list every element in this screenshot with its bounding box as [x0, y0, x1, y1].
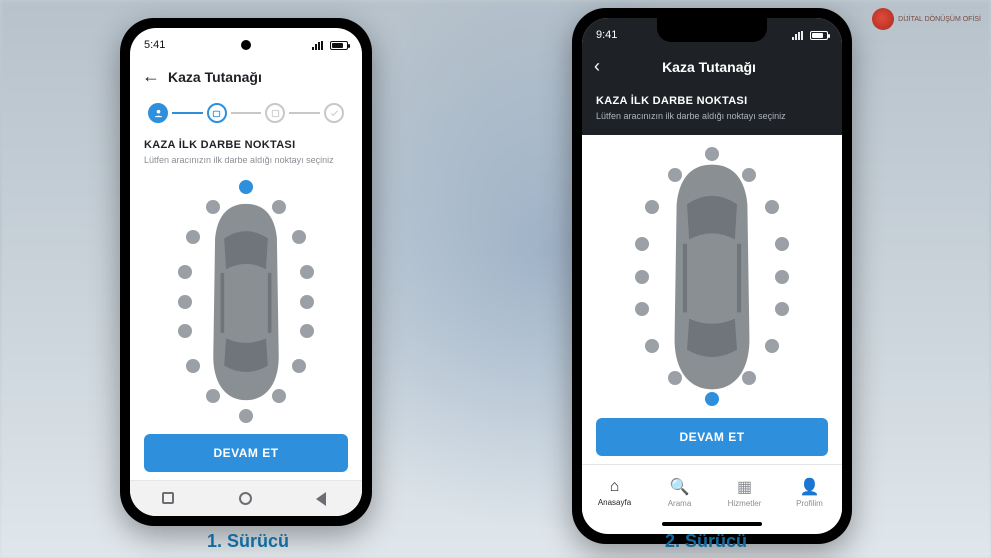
impact-point-front-left-2[interactable]	[645, 200, 659, 214]
tab-icon: 👤	[777, 477, 842, 497]
step-connector	[289, 112, 320, 114]
section-title: KAZA İLK DARBE NOKTASI	[144, 139, 348, 151]
tab-bar: ⌂ Anasayfa 🔍 Arama ▦ Hizmetler 👤 Profilim	[582, 464, 842, 520]
android-nav-bar	[130, 480, 362, 516]
impact-point-right-1[interactable]	[300, 265, 314, 279]
impact-point-right-1[interactable]	[775, 237, 789, 251]
title-bar: ← Kaza Tutanağı	[130, 62, 362, 95]
continue-button[interactable]: DEVAM ET	[596, 418, 828, 456]
home-button[interactable]	[239, 492, 253, 506]
title-bar: ‹ Kaza Tutanağı	[582, 52, 842, 85]
impact-point-front-right-1[interactable]	[272, 200, 286, 214]
impact-point-left-3[interactable]	[178, 324, 192, 338]
impact-point-rear-left-1[interactable]	[668, 371, 682, 385]
impact-point-left-3[interactable]	[635, 302, 649, 316]
impact-point-front-right-2[interactable]	[292, 230, 306, 244]
impact-point-right-2[interactable]	[300, 295, 314, 309]
page-title: Kaza Tutanağı	[168, 69, 350, 85]
tab-anasayfa[interactable]: ⌂ Anasayfa	[582, 478, 647, 507]
impact-point-front-right-2[interactable]	[765, 200, 779, 214]
back-button[interactable]	[316, 492, 330, 506]
step-4[interactable]	[324, 103, 344, 123]
impact-point-rear-right-2[interactable]	[292, 359, 306, 373]
camera-punch-hole	[241, 40, 251, 50]
impact-point-rear-right-1[interactable]	[272, 389, 286, 403]
car-icon	[200, 202, 292, 402]
caption-driver-1: 1. Sürücü	[108, 531, 388, 552]
impact-selector	[596, 143, 828, 410]
step-1[interactable]	[148, 103, 168, 123]
tab-arama[interactable]: 🔍 Arama	[647, 477, 712, 508]
section-title: KAZA İLK DARBE NOKTASI	[596, 95, 828, 107]
impact-point-front-left-2[interactable]	[186, 230, 200, 244]
tab-icon: 🔍	[647, 477, 712, 497]
tab-icon: ▦	[712, 477, 777, 497]
tab-label: Hizmetler	[728, 499, 762, 508]
car-icon	[660, 162, 764, 392]
status-time: 5:41	[144, 39, 165, 51]
impact-point-rear-right-2[interactable]	[765, 339, 779, 353]
impact-point-rear-right-1[interactable]	[742, 371, 756, 385]
impact-point-rear-center[interactable]	[705, 392, 719, 406]
impact-point-right-3[interactable]	[775, 302, 789, 316]
tab-label: Anasayfa	[598, 498, 631, 507]
progress-stepper	[130, 95, 362, 129]
battery-icon	[330, 41, 348, 50]
impact-point-left-1[interactable]	[178, 265, 192, 279]
step-connector	[172, 112, 203, 114]
section-subtitle: Lütfen aracınızın ilk darbe aldığı nokta…	[144, 155, 348, 165]
signal-icon	[312, 41, 326, 50]
phone-ios: 9:41 ‹ Kaza Tutanağı KAZA İLK DARBE NOKT…	[572, 8, 852, 544]
impact-point-rear-center[interactable]	[239, 409, 253, 423]
signal-icon	[792, 31, 806, 40]
battery-icon	[810, 31, 828, 40]
step-connector	[231, 112, 262, 114]
impact-point-front-left-1[interactable]	[668, 168, 682, 182]
step-2[interactable]	[207, 103, 227, 123]
continue-button[interactable]: DEVAM ET	[144, 434, 348, 472]
impact-point-right-3[interactable]	[300, 324, 314, 338]
tab-hizmetler[interactable]: ▦ Hizmetler	[712, 477, 777, 508]
tab-label: Arama	[668, 499, 692, 508]
status-time: 9:41	[596, 29, 617, 41]
notch	[657, 18, 767, 42]
tab-profilim[interactable]: 👤 Profilim	[777, 477, 842, 508]
impact-point-front-center[interactable]	[705, 147, 719, 161]
step-3[interactable]	[265, 103, 285, 123]
tab-icon: ⌂	[582, 478, 647, 496]
impact-point-left-2[interactable]	[635, 270, 649, 284]
impact-point-rear-left-2[interactable]	[186, 359, 200, 373]
page-title: Kaza Tutanağı	[608, 59, 810, 75]
section-subtitle: Lütfen aracınızın ilk darbe aldığı nokta…	[596, 111, 828, 121]
back-icon[interactable]: ‹	[594, 56, 600, 77]
tab-label: Profilim	[796, 499, 823, 508]
impact-point-right-2[interactable]	[775, 270, 789, 284]
caption-driver-2: 2. Sürücü	[566, 531, 846, 552]
recent-apps-button[interactable]	[162, 492, 176, 506]
impact-point-rear-left-2[interactable]	[645, 339, 659, 353]
back-icon[interactable]: ←	[142, 66, 160, 87]
impact-selector	[144, 177, 348, 426]
impact-point-left-2[interactable]	[178, 295, 192, 309]
impact-point-front-center[interactable]	[239, 180, 253, 194]
impact-point-left-1[interactable]	[635, 237, 649, 251]
phone-android: 5:41 ← Kaza Tutanağı	[120, 18, 372, 526]
